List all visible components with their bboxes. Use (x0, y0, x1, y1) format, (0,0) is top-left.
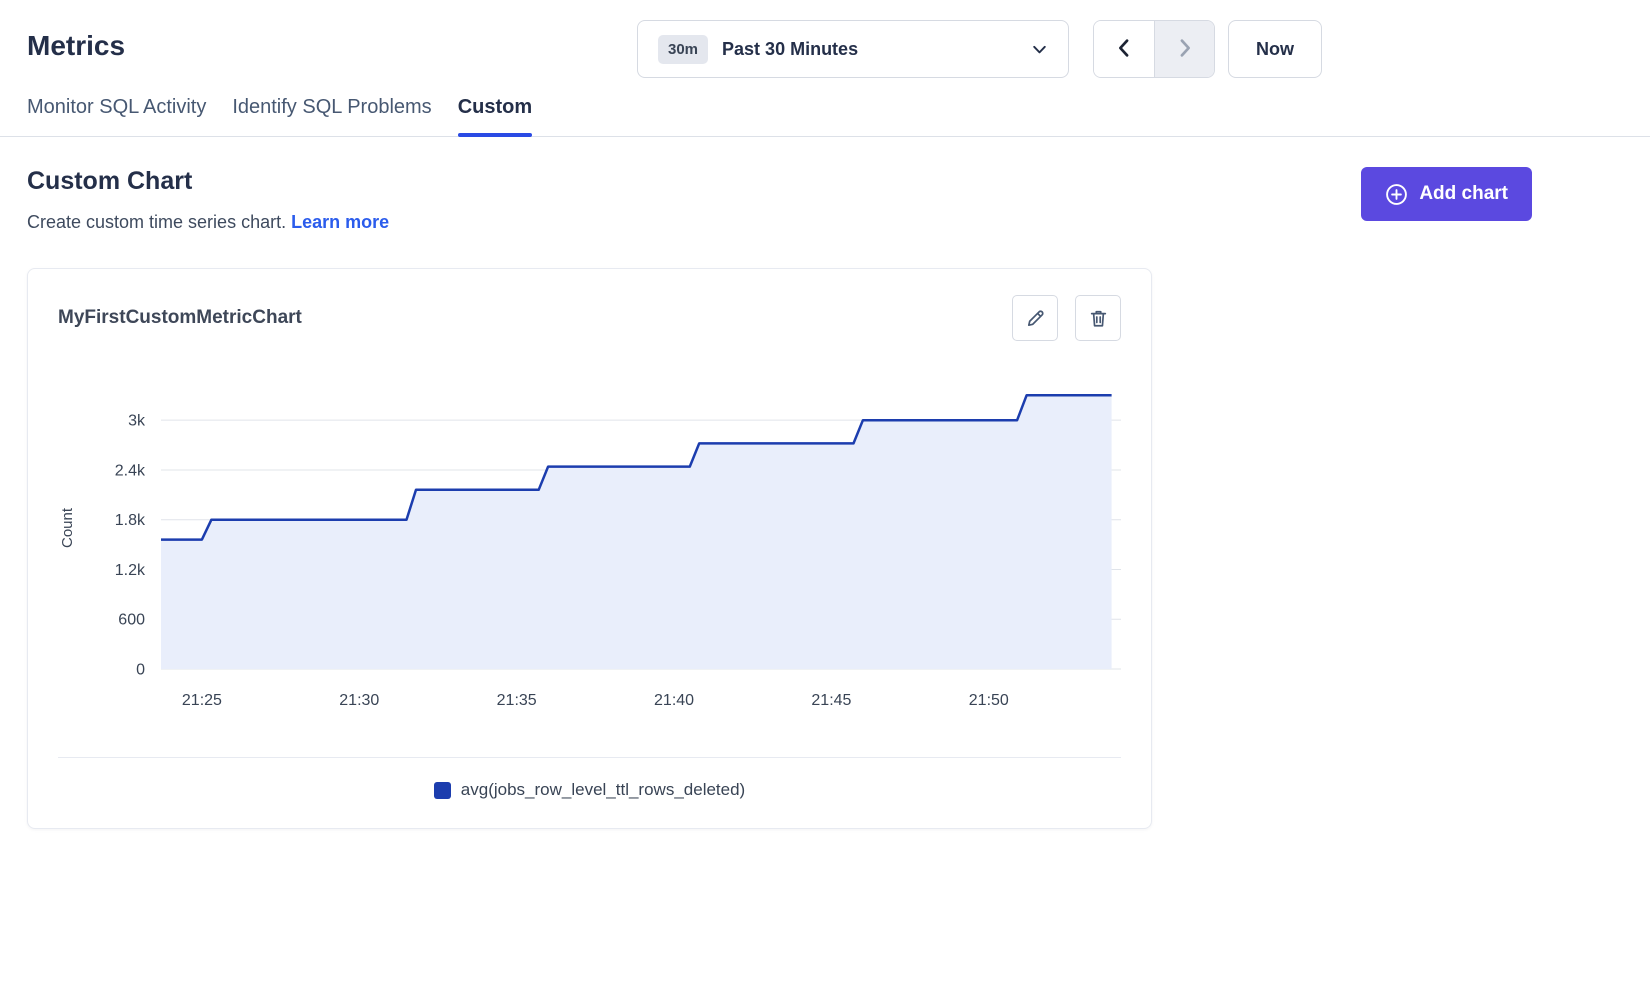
time-range-badge: 30m (658, 35, 708, 64)
svg-text:1.8k: 1.8k (115, 512, 146, 529)
pencil-icon (1025, 308, 1046, 329)
section-subtitle-text: Create custom time series chart. (27, 212, 286, 232)
section-subtitle: Create custom time series chart. Learn m… (27, 212, 389, 233)
section-title: Custom Chart (27, 167, 389, 196)
svg-text:21:35: 21:35 (497, 692, 537, 709)
svg-text:3k: 3k (128, 413, 146, 430)
metrics-tabs: Monitor SQL Activity Identify SQL Proble… (0, 96, 1650, 137)
time-prev-button[interactable] (1094, 21, 1154, 77)
custom-chart-section-header: Custom Chart Create custom time series c… (0, 137, 1650, 233)
tab-identify-sql-problems[interactable]: Identify SQL Problems (232, 96, 431, 136)
page-header: Metrics 30m Past 30 Minutes Now (0, 0, 1650, 96)
tab-monitor-sql-activity[interactable]: Monitor SQL Activity (27, 96, 206, 136)
metric-chart-svg: 0 600 1.2k 1.8k 2.4k 3k 21:25 21:30 21:35 21:40 21… (58, 369, 1123, 729)
add-chart-button[interactable]: Add chart (1361, 167, 1532, 221)
trash-icon (1088, 308, 1109, 329)
edit-chart-button[interactable] (1012, 295, 1058, 341)
custom-chart-card: MyFirstCustomMetricChart 0 600 1.2k 1.8k 2.4… (27, 268, 1152, 829)
time-range-dropdown[interactable]: 30m Past 30 Minutes (637, 20, 1069, 78)
time-nav-group (1093, 20, 1215, 78)
page-title: Metrics (27, 30, 125, 62)
svg-text:21:30: 21:30 (339, 692, 379, 709)
chart-legend: avg(jobs_row_level_ttl_rows_deleted) (58, 780, 1121, 800)
svg-text:21:25: 21:25 (182, 692, 222, 709)
svg-text:21:40: 21:40 (654, 692, 694, 709)
svg-text:0: 0 (136, 662, 145, 679)
delete-chart-button[interactable] (1075, 295, 1121, 341)
chevron-right-icon (1175, 37, 1195, 62)
legend-label: avg(jobs_row_level_ttl_rows_deleted) (461, 780, 745, 800)
time-range-label: Past 30 Minutes (722, 39, 858, 60)
plus-circle-icon (1385, 183, 1408, 206)
time-controls: 30m Past 30 Minutes Now (637, 20, 1322, 78)
chevron-left-icon (1114, 37, 1134, 62)
svg-text:600: 600 (118, 612, 145, 629)
chart-actions (1012, 295, 1121, 341)
svg-text:21:50: 21:50 (969, 692, 1009, 709)
svg-text:2.4k: 2.4k (115, 462, 146, 479)
now-button[interactable]: Now (1228, 20, 1322, 78)
svg-text:21:45: 21:45 (811, 692, 851, 709)
time-next-button[interactable] (1154, 21, 1214, 77)
svg-text:Count: Count (59, 507, 76, 548)
chart-title: MyFirstCustomMetricChart (58, 307, 302, 329)
tab-custom[interactable]: Custom (458, 96, 532, 136)
card-divider (58, 757, 1121, 758)
svg-text:1.2k: 1.2k (115, 562, 146, 579)
learn-more-link[interactable]: Learn more (291, 212, 389, 232)
add-chart-label: Add chart (1419, 183, 1508, 205)
chevron-down-icon (1031, 41, 1048, 58)
legend-swatch (434, 782, 451, 799)
